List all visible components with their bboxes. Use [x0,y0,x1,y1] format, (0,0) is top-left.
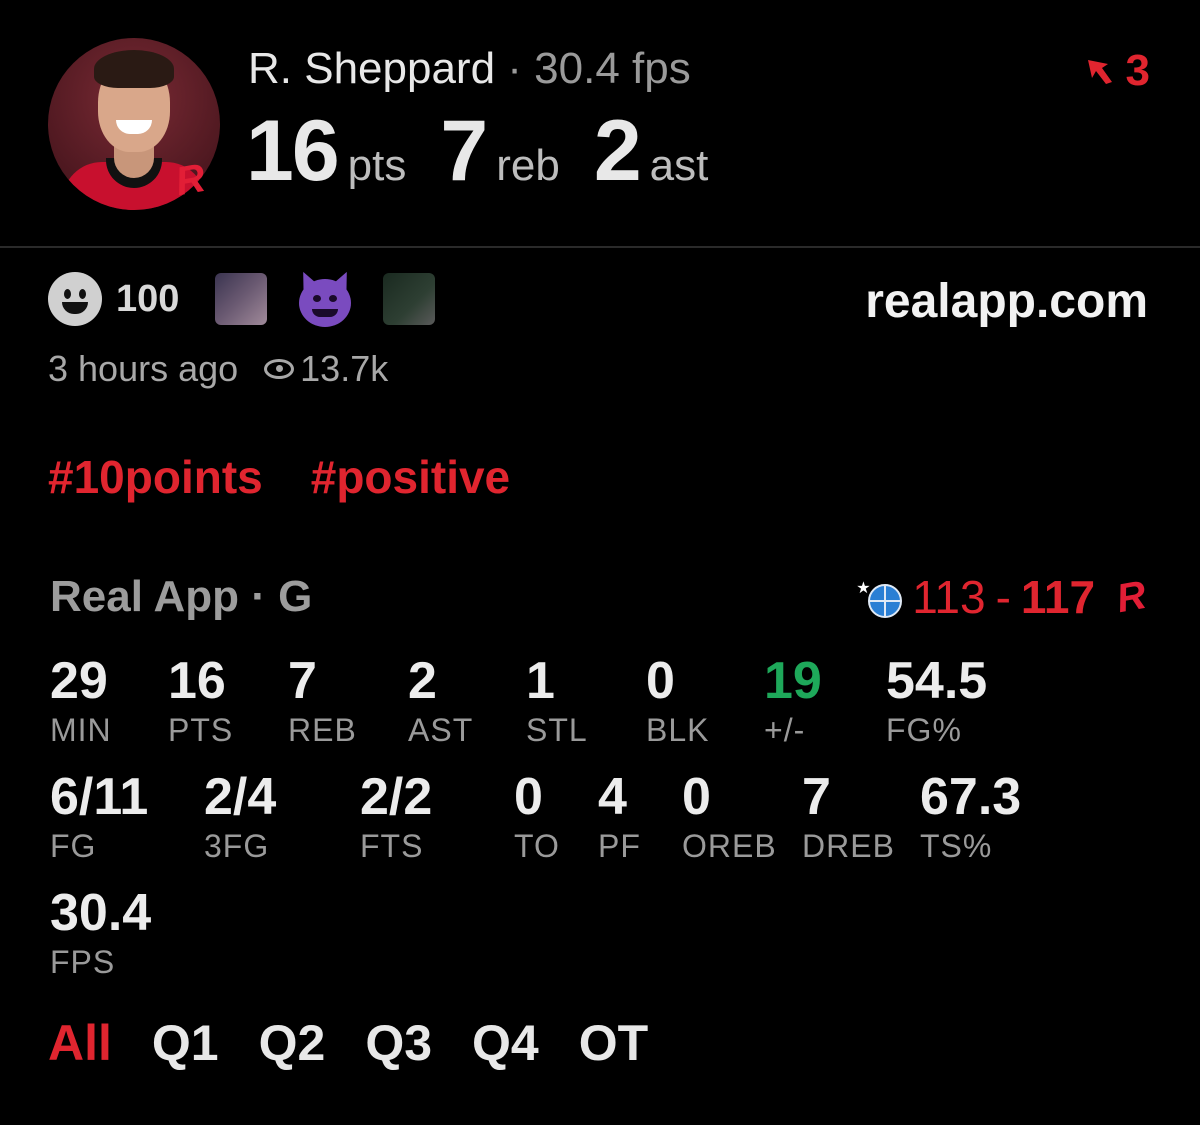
stat-value: 54.5 [886,652,988,710]
stat-plus-minus: 19 +/- [764,652,822,750]
stat-value: 16 [168,652,226,710]
stat-to: 0 TO [514,768,560,866]
player-name[interactable]: R. Sheppard [248,44,495,93]
stat-fg: 6/11 FG [50,768,148,866]
headline-ast-unit: ast [649,141,709,190]
period-tabs: All Q1 Q2 Q3 Q4 OT [48,1014,648,1072]
player-header: R R. Sheppard · 30.4 fps 16 pts 7 reb 2 ast 3 [0,0,1200,248]
stat-label: FG% [886,712,962,748]
trend-badge-count: 3 [1125,46,1150,95]
stat-label: 3FG [204,828,270,864]
tab-q2[interactable]: Q2 [259,1014,326,1072]
view-count: 13.7k [300,348,389,389]
stat-value: 0 [646,652,675,710]
score-separator: - [995,571,1011,623]
stat-value: 4 [598,768,627,826]
post-meta: 3 hours ago 13.7k [48,348,388,390]
stat-label: BLK [646,712,710,748]
reactions-bar: 100 [48,268,465,327]
stat-pf: 4 PF [598,768,641,866]
stat-dreb: 7 DREB [802,768,895,866]
tab-q1[interactable]: Q1 [152,1014,219,1072]
trend-arrow-icon [1087,60,1112,84]
tab-all[interactable]: All [48,1014,112,1072]
reaction-image-thumbnail[interactable] [383,273,436,325]
game-source: Real App · G [50,572,313,621]
player-separator: · [495,44,535,93]
stat-value: 67.3 [920,768,1022,826]
stat-value: 7 [802,768,831,826]
stat-stl: 1 STL [526,652,588,750]
stat-value: 0 [682,768,711,826]
stat-label: FPS [50,944,116,980]
stat-label: OREB [682,828,777,864]
tab-ot[interactable]: OT [579,1014,648,1072]
score-home: 117 [1020,571,1096,623]
stat-label: STL [526,712,588,748]
stat-min: 29 MIN [50,652,112,750]
stat-ast: 2 AST [408,652,473,750]
hashtags: #10points #positive [48,450,558,504]
stat-fg-pct: 54.5 FG% [886,652,987,750]
smiley-reaction-icon[interactable] [48,272,102,326]
stat-label: TS% [920,828,993,864]
headline-ast: 2 [593,103,642,199]
stat-blk: 0 BLK [646,652,709,750]
stat-reb: 7 REB [288,652,357,750]
stat-value: 2 [408,652,437,710]
trend-badge[interactable]: 3 [1084,46,1150,96]
magic-logo-icon: ★ [856,574,903,620]
stat-label: AST [408,712,474,748]
tab-q4[interactable]: Q4 [472,1014,539,1072]
tab-q3[interactable]: Q3 [365,1014,432,1072]
stat-3fg: 2/4 3FG [204,768,276,866]
reaction-image-thumbnail[interactable] [215,273,268,325]
stat-value: 2/4 [204,768,277,826]
stat-label: FG [50,828,97,864]
stat-value: 30.4 [50,884,152,942]
headline-reb: 7 [440,103,488,199]
hashtag-link[interactable]: #10points [48,451,263,503]
headline-reb-unit: reb [496,141,560,190]
stat-value: 6/11 [50,768,149,826]
stat-label: FTS [360,828,424,864]
stat-pts: 16 PTS [168,652,233,750]
stat-label: PTS [168,712,234,748]
score-away: 113 [912,571,986,623]
avatar-hair [94,50,174,88]
stat-label: PF [598,828,641,864]
site-watermark: realapp.com [865,275,1148,328]
stat-fps: 30.4 FPS [50,884,151,982]
reaction-count[interactable]: 100 [116,278,179,321]
stat-value: 7 [288,652,317,710]
headline-pts-unit: pts [347,141,407,190]
eye-icon [264,359,295,379]
stat-label: DREB [802,828,895,864]
hashtag-link[interactable]: #positive [311,451,510,503]
stat-oreb: 0 OREB [682,768,777,866]
stat-fts: 2/2 FTS [360,768,432,866]
rockets-logo-icon: R [1113,572,1150,621]
headline-stats: 16 pts 7 reb 2 ast [246,102,742,201]
stat-label: REB [288,712,357,748]
stat-value: 19 [764,652,822,710]
stat-label: MIN [50,712,112,748]
post-timestamp: 3 hours ago [48,348,239,389]
stat-label: TO [514,828,560,864]
stat-value: 0 [514,768,543,826]
player-fps: 30.4 fps [534,44,691,93]
stat-label: +/- [764,712,806,748]
game-score[interactable]: ★ 113-117 R [856,570,1150,624]
stat-value: 2/2 [360,768,433,826]
player-title: R. Sheppard · 30.4 fps [248,44,691,94]
headline-pts: 16 [246,103,340,199]
devil-emoji-icon[interactable] [296,268,355,327]
stat-ts-pct: 67.3 TS% [920,768,1021,866]
stat-value: 1 [526,652,555,710]
stat-value: 29 [50,652,108,710]
